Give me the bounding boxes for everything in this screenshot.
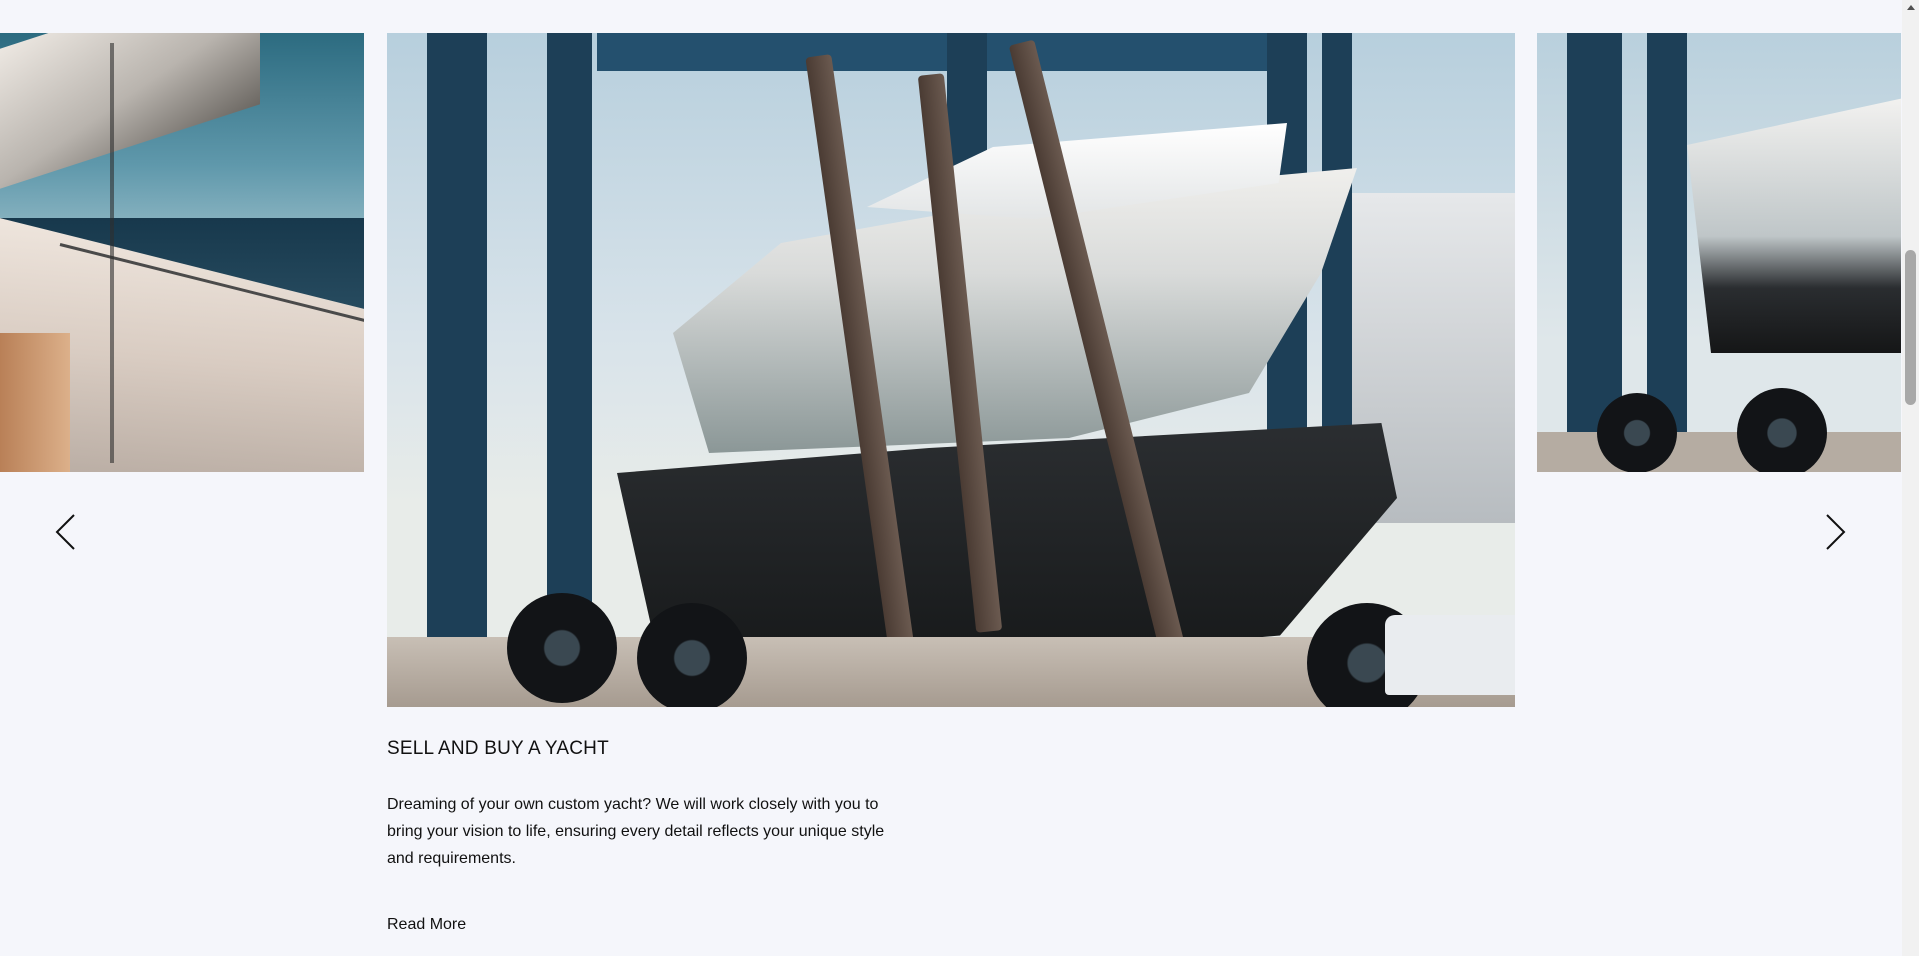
scroll-up-arrow-icon[interactable] <box>1902 0 1919 14</box>
read-more-link[interactable]: Read More <box>387 916 466 934</box>
carousel-next-button[interactable] <box>1816 502 1856 562</box>
chevron-left-icon <box>55 514 75 550</box>
page: SELL AND BUY A YACHT Dreaming of your ow… <box>0 0 1919 956</box>
chevron-right-icon <box>1826 514 1846 550</box>
carousel-slide-next[interactable] <box>1537 33 1901 472</box>
scrollbar-thumb[interactable] <box>1905 250 1916 405</box>
slide-title: SELL AND BUY A YACHT <box>387 738 609 759</box>
carousel-prev-button[interactable] <box>45 502 85 562</box>
carousel-slide-previous[interactable] <box>0 33 364 472</box>
vertical-scrollbar[interactable] <box>1902 0 1919 956</box>
carousel-slide-current-image <box>387 33 1515 707</box>
slide-description: Dreaming of your own custom yacht? We wi… <box>387 796 885 867</box>
